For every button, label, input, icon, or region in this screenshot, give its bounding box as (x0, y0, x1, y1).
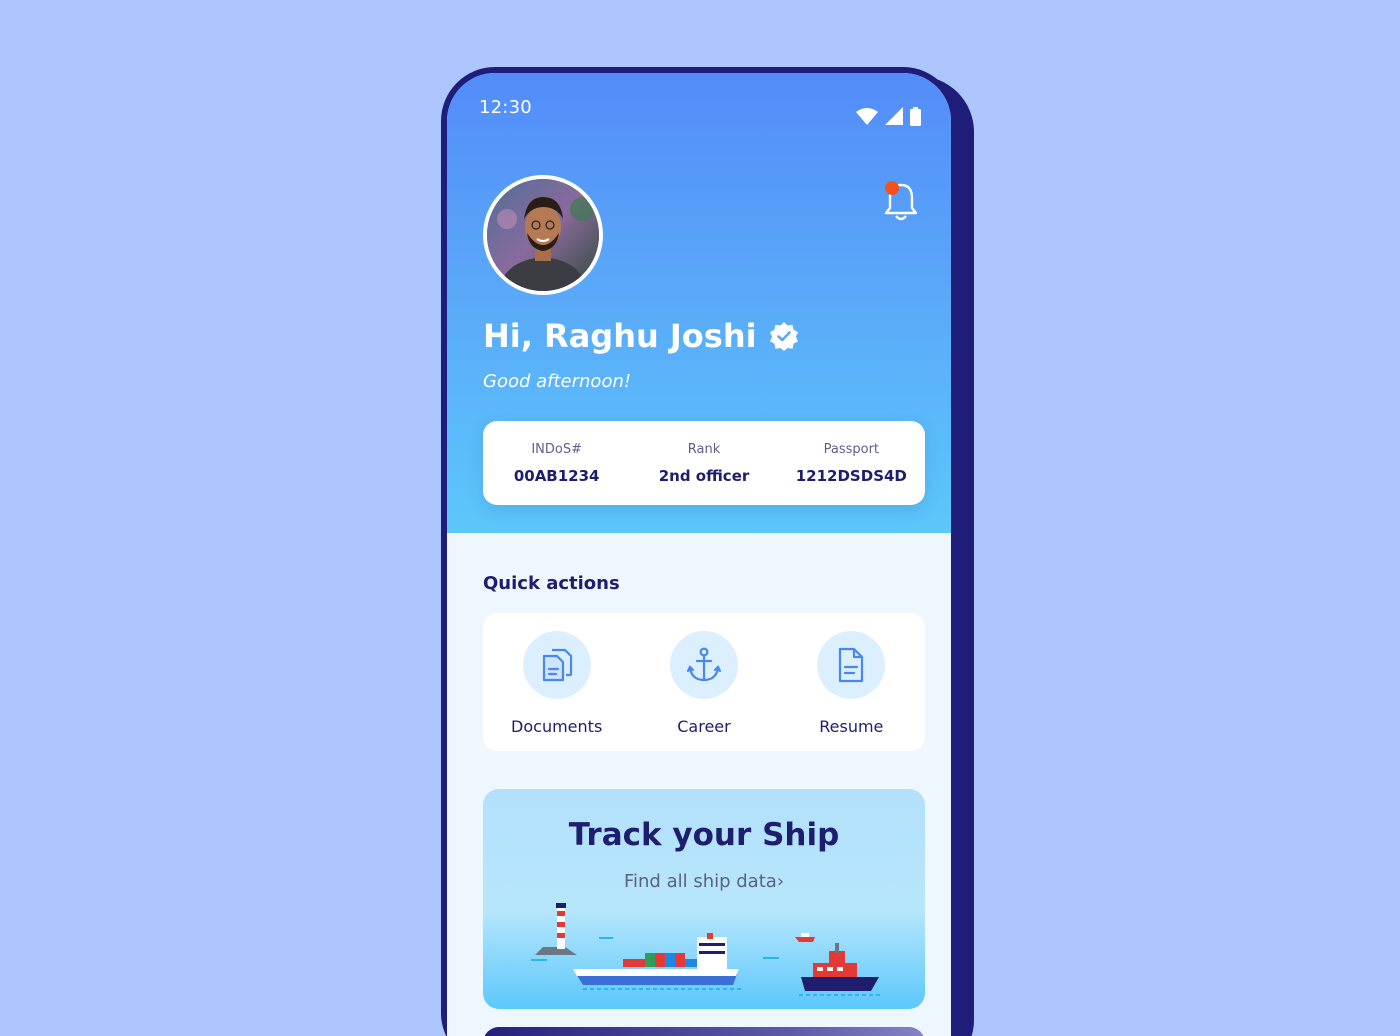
career-label: Career (677, 717, 731, 736)
documents-icon (522, 631, 591, 699)
track-ship-card[interactable]: Track your Ship Find all ship data› (483, 789, 925, 1009)
greeting: Hi, Raghu Joshi (483, 317, 799, 355)
app-screen: 12:30 Hi, Raghu Joshi Good afternoon! IN… (447, 73, 951, 1036)
documents-label: Documents (511, 717, 603, 736)
resume-icon (817, 631, 886, 699)
notification-dot (885, 181, 899, 195)
promo-banner-card[interactable] (483, 1027, 925, 1036)
quick-actions-card: Documents Career Resume (483, 613, 925, 751)
signal-icon (885, 107, 903, 125)
phone-frame: 12:30 Hi, Raghu Joshi Good afternoon! IN… (441, 67, 957, 1036)
indos-field: INDoS# 00AB1234 (483, 421, 630, 505)
status-time: 12:30 (479, 97, 532, 118)
quick-action-career[interactable]: Career (630, 631, 777, 751)
anchor-icon (669, 631, 738, 699)
track-ship-title: Track your Ship (568, 817, 840, 853)
status-icons (856, 99, 921, 133)
id-card: INDoS# 00AB1234 Rank 2nd officer Passpor… (483, 421, 925, 505)
greeting-text: Hi, Raghu Joshi (483, 317, 757, 355)
indos-value: 00AB1234 (513, 466, 600, 485)
quick-action-resume[interactable]: Resume (778, 631, 925, 751)
status-bar: 12:30 (447, 73, 951, 133)
profile-header: 12:30 Hi, Raghu Joshi Good afternoon! IN… (447, 73, 951, 533)
verified-badge-icon (769, 322, 798, 351)
passport-value: 1212DSDS4D (795, 466, 907, 485)
find-ship-data-text: Find all ship data (623, 871, 777, 892)
quick-actions-title: Quick actions (483, 573, 620, 594)
wifi-icon (856, 107, 878, 125)
rank-field: Rank 2nd officer (630, 421, 777, 505)
rank-value: 2nd officer (658, 466, 750, 485)
resume-label: Resume (819, 717, 884, 736)
indos-label: INDoS# (531, 441, 582, 457)
quick-action-documents[interactable]: Documents (483, 631, 630, 751)
passport-label: Passport (823, 441, 880, 457)
subgreeting: Good afternoon! (483, 371, 632, 392)
chevron-right-icon: › (776, 871, 785, 892)
find-ship-data-link[interactable]: Find all ship data› (483, 871, 925, 892)
ships-illustration (531, 903, 881, 996)
rank-label: Rank (687, 441, 721, 457)
avatar-photo (487, 179, 599, 291)
avatar[interactable] (483, 175, 603, 295)
battery-icon (910, 106, 921, 126)
passport-field: Passport 1212DSDS4D (778, 421, 925, 505)
